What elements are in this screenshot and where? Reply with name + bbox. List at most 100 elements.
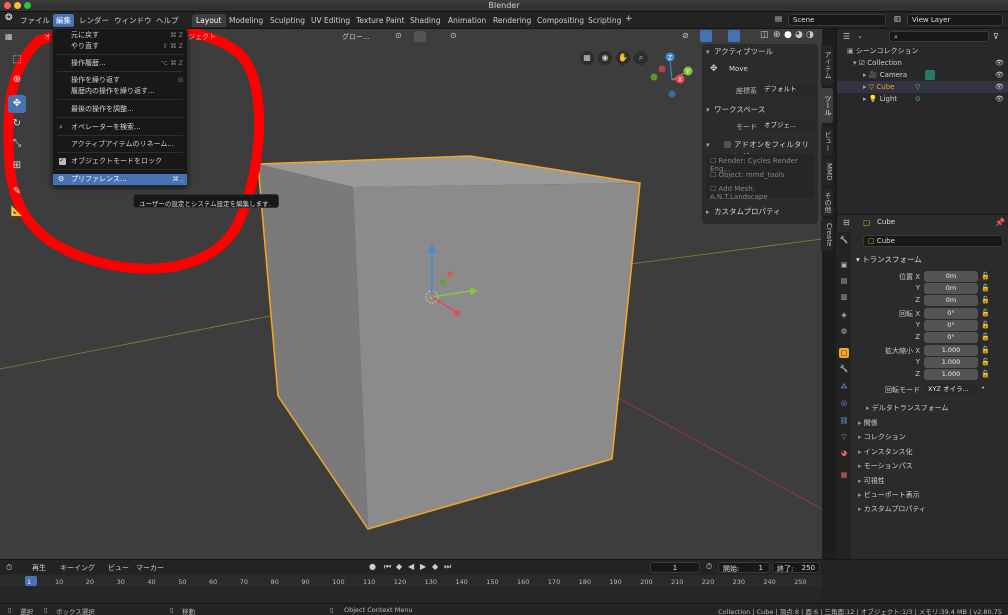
- outliner-row-camera[interactable]: ▸ 🎥 Camera 👁: [837, 69, 1008, 81]
- pivot-icon[interactable]: ⊙: [395, 31, 402, 40]
- eye-icon[interactable]: 👁: [995, 81, 1004, 93]
- pan-hand-icon[interactable]: ✋: [616, 51, 630, 65]
- viewport-display-section[interactable]: ビューポート表示: [858, 490, 920, 500]
- object-name-field[interactable]: ▢ Cube: [863, 235, 1003, 247]
- jump-start-icon[interactable]: ⏮: [384, 562, 391, 572]
- outliner-row-cube[interactable]: ▸ ▽ Cube ▽ 👁: [837, 81, 1008, 93]
- menu-help[interactable]: ヘルプ: [156, 15, 179, 26]
- rotation-z-field[interactable]: 0°: [924, 332, 978, 343]
- proportional-edit-icon[interactable]: ⊙: [450, 31, 457, 40]
- object-tab-icon[interactable]: ▢: [839, 348, 849, 358]
- outliner-row-collection[interactable]: ▾ ☑ Collection 👁: [837, 57, 1008, 69]
- coord-system-dropdown[interactable]: デフォルト: [760, 84, 816, 95]
- menu-item-undo-history[interactable]: 操作履歴... ⌥ ⌘ Z: [53, 58, 187, 69]
- texture-tab-icon[interactable]: ▦: [839, 470, 849, 480]
- view-layer-field[interactable]: View Layer: [907, 14, 1003, 26]
- tab-rendering[interactable]: Rendering: [489, 14, 535, 27]
- menu-edit[interactable]: 編集: [53, 14, 74, 27]
- location-y-field[interactable]: 0m: [924, 283, 978, 294]
- lock-icon[interactable]: 🔓: [981, 358, 990, 366]
- keying-menu[interactable]: キーイング: [60, 563, 95, 573]
- material-shading-icon[interactable]: ◕: [795, 30, 803, 40]
- tab-scripting[interactable]: Scripting: [584, 14, 625, 27]
- addon-ant-landscape[interactable]: ☐ Add Mesh: A.N.T.Landscape: [710, 185, 814, 201]
- sidebar-tab-item[interactable]: アイテム: [821, 45, 833, 85]
- view-layer-tab-icon[interactable]: ▥: [839, 292, 849, 302]
- scale-z-field[interactable]: 1.000: [924, 369, 978, 380]
- solid-shading-icon[interactable]: ●: [784, 30, 792, 40]
- eye-icon[interactable]: 👁: [995, 69, 1004, 81]
- relations-section[interactable]: 関係: [858, 418, 878, 428]
- tab-texture-paint[interactable]: Texture Paint: [352, 14, 408, 27]
- eye-icon[interactable]: 👁: [995, 57, 1004, 69]
- scale-y-field[interactable]: 1.000: [924, 357, 978, 368]
- checkbox-checked-icon[interactable]: [59, 155, 66, 166]
- outliner-editor-icon[interactable]: ☰: [843, 32, 850, 41]
- rendered-shading-icon[interactable]: ◑: [806, 30, 814, 40]
- editor-type-icon[interactable]: ▦: [5, 32, 13, 41]
- lock-icon[interactable]: 🔓: [981, 296, 990, 304]
- add-workspace-icon[interactable]: +: [625, 14, 633, 24]
- record-icon[interactable]: ●: [369, 562, 376, 571]
- active-tool-section[interactable]: アクティブツール: [704, 46, 816, 58]
- lock-icon[interactable]: 🔓: [981, 370, 990, 378]
- rotation-y-field[interactable]: 0°: [924, 320, 978, 331]
- scene-tab-icon[interactable]: ◈: [839, 310, 849, 320]
- wireframe-shading-icon[interactable]: ⊕: [773, 30, 781, 40]
- select-box-tool-icon[interactable]: ⬚: [8, 51, 26, 69]
- data-tab-icon[interactable]: ▽: [839, 432, 849, 442]
- rotation-mode-dropdown[interactable]: XYZ オイラ...: [924, 384, 978, 395]
- view-menu[interactable]: ビュー: [108, 563, 129, 573]
- menu-item-repeat-history[interactable]: 履歴内の操作を繰り返す...: [53, 86, 187, 97]
- zoom-icon[interactable]: ⌕: [634, 51, 648, 65]
- rotate-tool-icon[interactable]: ↻: [8, 115, 26, 133]
- measure-tool-icon[interactable]: 📐: [8, 203, 26, 221]
- menu-window[interactable]: ウィンドウ: [114, 15, 152, 26]
- visibility-icon[interactable]: ⊘: [682, 31, 689, 40]
- cursor-tool-icon[interactable]: ⊕: [8, 71, 26, 89]
- world-tab-icon[interactable]: ◍: [839, 326, 849, 336]
- keyframe-area[interactable]: [0, 588, 822, 603]
- render-tab-icon[interactable]: ▣: [839, 260, 849, 270]
- scale-tool-icon[interactable]: ⤡: [8, 135, 26, 153]
- marker-menu[interactable]: マーカー: [136, 563, 164, 573]
- lock-icon[interactable]: 🔓: [981, 272, 990, 280]
- transform-tool-icon[interactable]: ⊞: [8, 157, 26, 175]
- sidebar-tab-misc[interactable]: その他: [821, 188, 833, 216]
- menu-item-adjust-last[interactable]: 最後の操作を調整...: [53, 104, 187, 115]
- transform-orientation-dropdown[interactable]: グロー...: [342, 32, 370, 42]
- delta-transform-section[interactable]: デルタトランスフォーム: [866, 403, 949, 413]
- menu-item-undo[interactable]: 元に戻す ⌘ Z: [53, 30, 187, 41]
- xray-icon[interactable]: ◫: [760, 30, 769, 40]
- rotation-x-field[interactable]: 0°: [924, 308, 978, 319]
- constraints-tab-icon[interactable]: ⛓: [839, 416, 849, 426]
- menu-item-rename-active[interactable]: アクティブアイテムのリネーム...: [53, 139, 187, 150]
- transform-section[interactable]: ▾ トランスフォーム: [856, 254, 922, 265]
- clock-icon[interactable]: ⏱: [6, 563, 12, 573]
- filter-icon[interactable]: ⊽: [993, 32, 999, 41]
- tab-animation[interactable]: Animation: [444, 14, 490, 27]
- menu-item-redo[interactable]: やり直す ⇧ ⌘ Z: [53, 41, 187, 52]
- filter-dropdown-icon[interactable]: ⌄: [857, 32, 863, 40]
- lock-icon[interactable]: 🔓: [981, 333, 990, 341]
- sidebar-tab-create[interactable]: Create: [821, 219, 833, 251]
- play-reverse-icon[interactable]: ◀: [408, 562, 414, 571]
- location-z-field[interactable]: 0m: [924, 295, 978, 306]
- menu-item-operator-search[interactable]: ⌕ オペレーターを検索...: [53, 122, 187, 133]
- blender-logo-icon[interactable]: ❂: [5, 13, 13, 23]
- next-key-icon[interactable]: ◆: [432, 562, 438, 571]
- end-frame-field[interactable]: 終了: 250: [772, 562, 820, 573]
- physics-tab-icon[interactable]: ◎: [839, 398, 849, 408]
- outliner-row-light[interactable]: ▸ 💡 Light ⊙ 👁: [837, 93, 1008, 105]
- properties-editor-icon[interactable]: ⊟: [843, 218, 850, 227]
- outliner-search-input[interactable]: ⌕: [889, 31, 989, 42]
- menu-file[interactable]: ファイル: [20, 15, 50, 26]
- workspace-section[interactable]: ワークスペース: [704, 104, 816, 116]
- sidebar-tab-tool[interactable]: ツール: [821, 88, 833, 123]
- menu-item-preferences[interactable]: ⚙ プリファレンス... ⌘ ,: [53, 174, 187, 185]
- tab-shading[interactable]: Shading: [406, 14, 444, 27]
- scene-field[interactable]: Scene: [788, 14, 886, 26]
- tab-modeling[interactable]: Modeling: [225, 14, 267, 27]
- object-mode-label[interactable]: オ: [44, 32, 51, 42]
- particles-tab-icon[interactable]: ⁂: [839, 382, 849, 392]
